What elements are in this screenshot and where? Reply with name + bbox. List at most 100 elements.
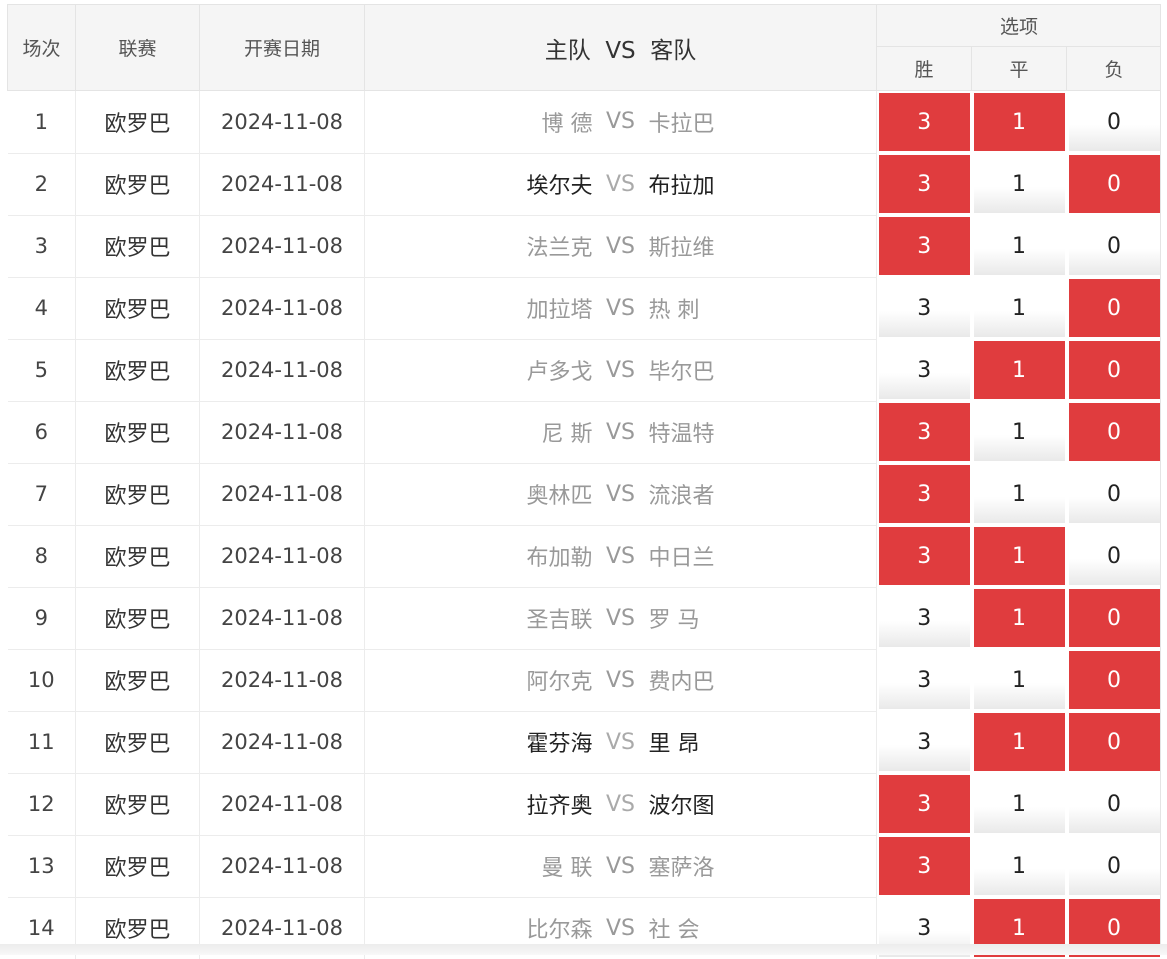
bottom-shadow bbox=[0, 944, 1167, 955]
match-date: 2024-11-08 bbox=[200, 587, 365, 649]
option-loss-button[interactable]: 0 bbox=[1069, 403, 1160, 461]
option-draw-button[interactable]: 1 bbox=[974, 713, 1065, 771]
match-teams: 布加勒VS中日兰 bbox=[365, 525, 877, 587]
match-teams: 拉齐奥VS波尔图 bbox=[365, 773, 877, 835]
match-date: 2024-11-08 bbox=[200, 649, 365, 711]
away-team: 罗 马 bbox=[649, 602, 859, 634]
scroll-edge bbox=[1160, 4, 1167, 944]
option-win-button[interactable]: 3 bbox=[879, 155, 970, 213]
match-date: 2024-11-08 bbox=[200, 711, 365, 773]
option-draw-button[interactable]: 1 bbox=[974, 589, 1065, 647]
match-date: 2024-11-08 bbox=[200, 91, 365, 154]
option-loss-button[interactable]: 0 bbox=[1069, 465, 1160, 523]
option-draw-button[interactable]: 1 bbox=[974, 775, 1065, 833]
option-loss-button[interactable]: 0 bbox=[1069, 837, 1160, 895]
option-loss-button[interactable]: 0 bbox=[1069, 775, 1160, 833]
away-team: 社 会 bbox=[649, 912, 859, 944]
option-loss-cell: 0 bbox=[1067, 525, 1162, 587]
option-loss-button[interactable]: 0 bbox=[1069, 651, 1160, 709]
vs-label: VS bbox=[593, 792, 649, 817]
option-win-cell: 3 bbox=[877, 711, 972, 773]
option-loss-cell: 0 bbox=[1067, 215, 1162, 277]
option-win-button[interactable]: 3 bbox=[879, 279, 970, 337]
table-row: 8欧罗巴2024-11-08布加勒VS中日兰310 bbox=[8, 525, 1162, 587]
header-win: 胜 bbox=[877, 47, 972, 91]
match-league: 欧罗巴 bbox=[76, 773, 200, 835]
option-loss-button[interactable]: 0 bbox=[1069, 589, 1160, 647]
option-win-button[interactable]: 3 bbox=[879, 589, 970, 647]
option-win-cell: 3 bbox=[877, 525, 972, 587]
match-teams: 奥林匹VS流浪者 bbox=[365, 463, 877, 525]
option-draw-button[interactable]: 1 bbox=[974, 217, 1065, 275]
option-draw-button[interactable]: 1 bbox=[974, 341, 1065, 399]
option-draw-button[interactable]: 1 bbox=[974, 527, 1065, 585]
option-win-cell: 3 bbox=[877, 277, 972, 339]
option-loss-cell: 0 bbox=[1067, 91, 1162, 154]
home-team: 博 德 bbox=[383, 106, 593, 138]
match-index: 2 bbox=[8, 153, 76, 215]
option-win-cell: 3 bbox=[877, 835, 972, 897]
match-league: 欧罗巴 bbox=[76, 587, 200, 649]
home-team: 拉齐奥 bbox=[383, 788, 593, 820]
option-win-button[interactable]: 3 bbox=[879, 341, 970, 399]
option-win-button[interactable]: 3 bbox=[879, 403, 970, 461]
match-index: 6 bbox=[8, 401, 76, 463]
match-index: 12 bbox=[8, 773, 76, 835]
home-team: 阿尔克 bbox=[383, 664, 593, 696]
option-win-button[interactable]: 3 bbox=[879, 775, 970, 833]
option-loss-button[interactable]: 0 bbox=[1069, 279, 1160, 337]
match-line: 比尔森VS社 会 bbox=[365, 912, 876, 944]
option-win-cell: 3 bbox=[877, 773, 972, 835]
option-draw-cell: 1 bbox=[972, 401, 1067, 463]
match-league: 欧罗巴 bbox=[76, 711, 200, 773]
option-draw-button[interactable]: 1 bbox=[974, 403, 1065, 461]
table-row: 7欧罗巴2024-11-08奥林匹VS流浪者310 bbox=[8, 463, 1162, 525]
option-draw-button[interactable]: 1 bbox=[974, 465, 1065, 523]
away-team: 里 昂 bbox=[649, 726, 859, 758]
option-loss-button[interactable]: 0 bbox=[1069, 713, 1160, 771]
option-loss-button[interactable]: 0 bbox=[1069, 527, 1160, 585]
option-loss-button[interactable]: 0 bbox=[1069, 217, 1160, 275]
match-line: 阿尔克VS费内巴 bbox=[365, 664, 876, 696]
option-win-button[interactable]: 3 bbox=[879, 217, 970, 275]
match-league: 欧罗巴 bbox=[76, 215, 200, 277]
match-line: 布加勒VS中日兰 bbox=[365, 540, 876, 572]
header-home: 主队 bbox=[545, 38, 591, 64]
away-team: 塞萨洛 bbox=[649, 850, 859, 882]
vs-label: VS bbox=[593, 854, 649, 879]
option-win-cell: 3 bbox=[877, 215, 972, 277]
table-row: 6欧罗巴2024-11-08尼 斯VS特温特310 bbox=[8, 401, 1162, 463]
match-date: 2024-11-08 bbox=[200, 525, 365, 587]
match-index: 7 bbox=[8, 463, 76, 525]
option-loss-button[interactable]: 0 bbox=[1069, 155, 1160, 213]
option-win-button[interactable]: 3 bbox=[879, 837, 970, 895]
home-team: 霍芬海 bbox=[383, 726, 593, 758]
vs-label: VS bbox=[593, 234, 649, 259]
home-team: 比尔森 bbox=[383, 912, 593, 944]
option-draw-button[interactable]: 1 bbox=[974, 651, 1065, 709]
option-loss-button[interactable]: 0 bbox=[1069, 341, 1160, 399]
header-index: 场次 bbox=[8, 5, 76, 91]
option-draw-button[interactable]: 1 bbox=[974, 837, 1065, 895]
match-league: 欧罗巴 bbox=[76, 835, 200, 897]
option-draw-button[interactable]: 1 bbox=[974, 279, 1065, 337]
option-loss-button[interactable]: 0 bbox=[1069, 93, 1160, 151]
match-line: 埃尔夫VS布拉加 bbox=[365, 168, 876, 200]
match-line: 圣吉联VS罗 马 bbox=[365, 602, 876, 634]
option-loss-cell: 0 bbox=[1067, 339, 1162, 401]
option-win-button[interactable]: 3 bbox=[879, 651, 970, 709]
vs-label: VS bbox=[593, 668, 649, 693]
match-index: 11 bbox=[8, 711, 76, 773]
option-loss-cell: 0 bbox=[1067, 463, 1162, 525]
option-win-button[interactable]: 3 bbox=[879, 93, 970, 151]
option-draw-button[interactable]: 1 bbox=[974, 155, 1065, 213]
option-draw-cell: 1 bbox=[972, 339, 1067, 401]
lottery-page: 场次 联赛 开赛日期 主队 VS 客队 选项 胜 平 负 1欧罗巴2024-11… bbox=[0, 0, 1167, 955]
option-win-button[interactable]: 3 bbox=[879, 465, 970, 523]
option-win-button[interactable]: 3 bbox=[879, 527, 970, 585]
table-row: 5欧罗巴2024-11-08卢多戈VS毕尔巴310 bbox=[8, 339, 1162, 401]
away-team: 卡拉巴 bbox=[649, 106, 859, 138]
option-draw-button[interactable]: 1 bbox=[974, 93, 1065, 151]
option-win-button[interactable]: 3 bbox=[879, 713, 970, 771]
match-teams: 法兰克VS斯拉维 bbox=[365, 215, 877, 277]
